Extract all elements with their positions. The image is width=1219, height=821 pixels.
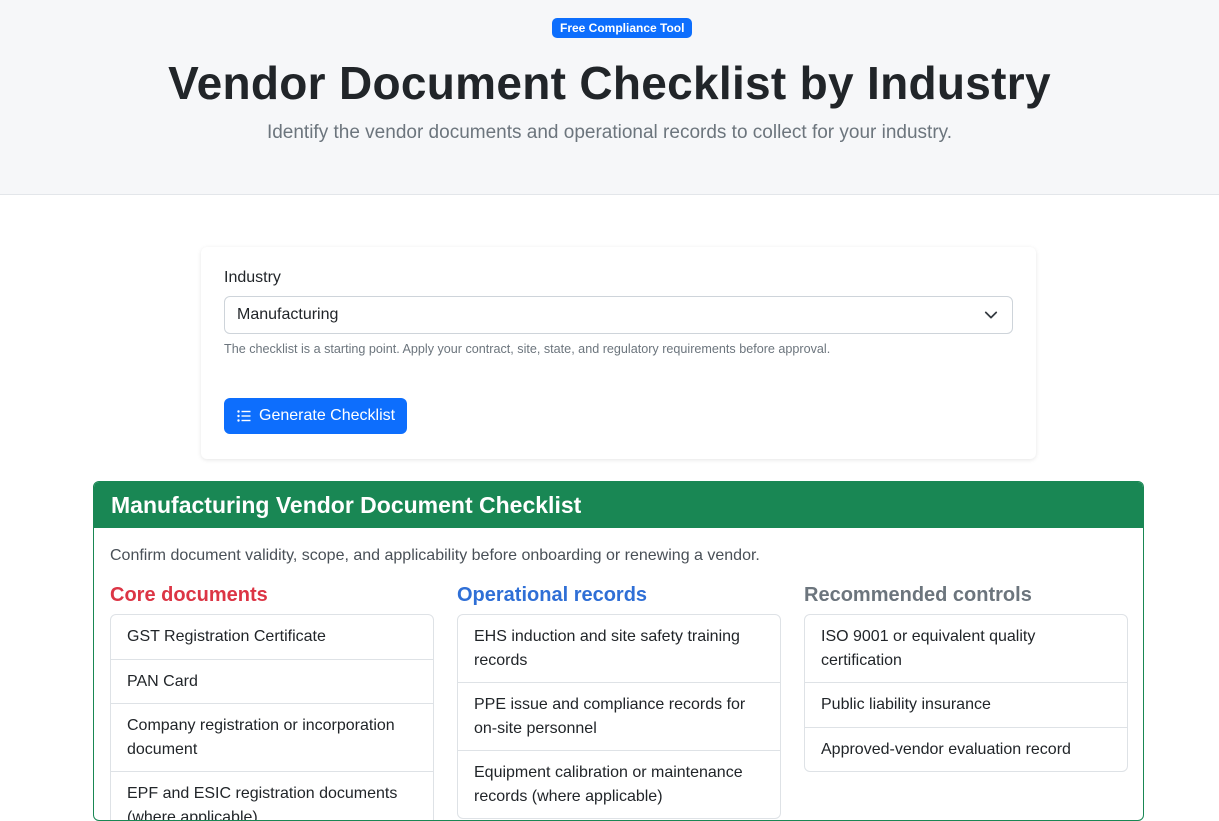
list-item: Equipment calibration or maintenance rec… <box>474 764 743 805</box>
recommended-controls-heading: Recommended controls <box>804 584 1032 606</box>
list-item: PAN Card <box>111 660 433 704</box>
list-item: Public liability insurance <box>805 683 1127 728</box>
industry-form-card: Industry Manufacturing The checklist is … <box>201 247 1036 459</box>
core-documents-column: Core documents GST Registration Certific… <box>110 582 434 821</box>
checklist-result-card: Manufacturing Vendor Document Checklist … <box>93 481 1144 821</box>
list-item: Approved-vendor evaluation record <box>821 740 1071 758</box>
checklist-title: Manufacturing Vendor Document Checklist <box>94 482 1143 528</box>
industry-select-value: Manufacturing <box>237 306 339 323</box>
list-icon <box>237 410 251 422</box>
recommended-controls-column: Recommended controls ISO 9001 or equival… <box>804 582 1128 772</box>
list-item: Company registration or incorporation do… <box>111 704 433 772</box>
recommended-controls-list: ISO 9001 or equivalent quality certifica… <box>804 614 1128 772</box>
operational-records-column: Operational records EHS induction and si… <box>457 582 781 819</box>
checklist-note: Confirm document validity, scope, and ap… <box>110 547 760 564</box>
list-item: ISO 9001 or equivalent quality certifica… <box>805 615 1127 683</box>
core-documents-list: GST Registration Certificate PAN Card Co… <box>110 614 434 821</box>
operational-records-list: EHS induction and site safety training r… <box>457 614 781 819</box>
operational-records-heading: Operational records <box>457 584 648 606</box>
list-item: GST Registration Certificate <box>111 615 433 660</box>
page-title: Vendor Document Checklist by Industry <box>168 57 1051 109</box>
core-documents-heading: Core documents <box>110 584 268 606</box>
industry-label: Industry <box>224 269 281 286</box>
chevron-down-icon <box>984 311 998 319</box>
industry-help-text: The checklist is a starting point. Apply… <box>224 342 831 356</box>
list-item: PPE issue and compliance records for on-… <box>458 683 780 751</box>
list-item: EPF and ESIC registration documents (whe… <box>127 785 398 821</box>
generate-checklist-label: Generate Checklist <box>259 407 396 424</box>
industry-select[interactable]: Manufacturing <box>224 296 1013 334</box>
list-item: EHS induction and site safety training r… <box>458 615 780 683</box>
generate-checklist-button[interactable]: Generate Checklist <box>224 398 408 434</box>
page-subtitle: Identify the vendor documents and operat… <box>266 122 953 143</box>
hero-section: Free Compliance Tool Vendor Document Che… <box>0 0 1219 195</box>
tool-badge: Free Compliance Tool <box>552 18 693 38</box>
